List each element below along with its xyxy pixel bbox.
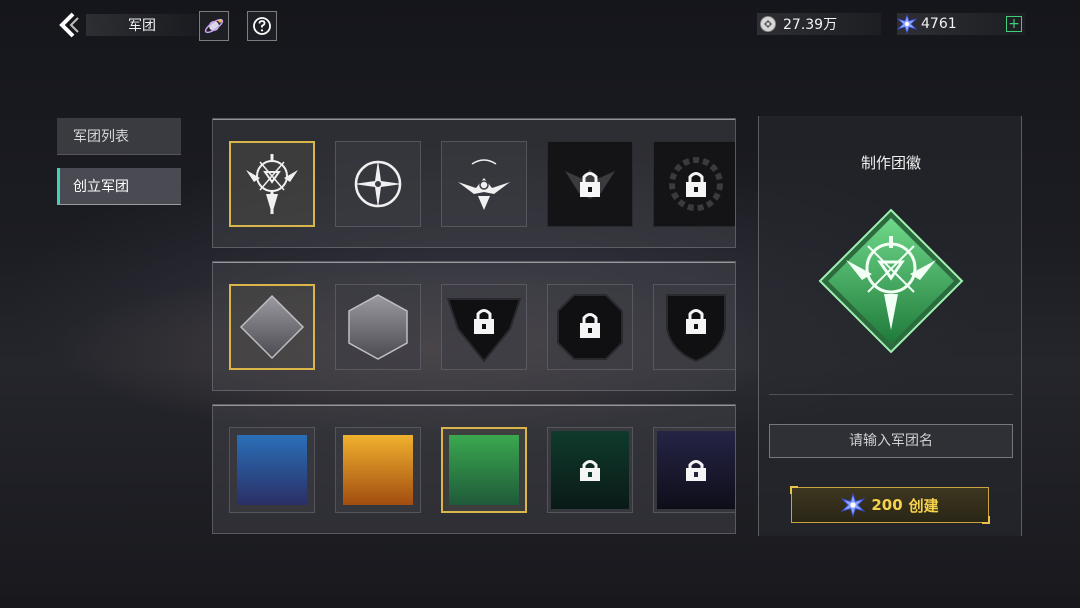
color-swatch: [449, 435, 519, 505]
page-title: 军团: [128, 18, 156, 34]
tab-legion-list[interactable]: 军团列表: [57, 118, 181, 155]
emblem-option-crosshair[interactable]: [335, 141, 421, 227]
emblem-option-winged-sword[interactable]: [229, 141, 315, 227]
color-selector: [212, 404, 736, 534]
shape-option-locked[interactable]: [547, 284, 633, 370]
color-option-orange[interactable]: [335, 427, 421, 513]
shape-option-locked[interactable]: [653, 284, 735, 370]
emblem-option-locked[interactable]: [547, 141, 633, 227]
lock-icon: [686, 460, 706, 481]
top-bar: 军团 27.39万 4761 +: [0, 0, 1080, 50]
emblem-option-locked[interactable]: [653, 141, 735, 227]
color-option-locked[interactable]: [653, 427, 735, 513]
preview-title: 制作团徽: [860, 154, 921, 172]
lock-icon: [446, 298, 522, 363]
tab-label: 创立军团: [73, 179, 129, 195]
color-option-locked[interactable]: [547, 427, 633, 513]
shape-selector: [212, 261, 736, 391]
legion-name-input[interactable]: [769, 424, 1013, 458]
planet-button[interactable]: [199, 11, 229, 41]
corner-decoration: [982, 516, 990, 524]
lock-icon: [557, 294, 623, 360]
create-label: 创建: [908, 496, 939, 515]
emblem-preview-icon: [818, 208, 964, 354]
emblem-selector: [212, 118, 736, 248]
coin-icon: [760, 16, 776, 32]
back-button[interactable]: [52, 8, 86, 42]
shape-option-locked[interactable]: [441, 284, 527, 370]
back-arrow-icon: [59, 12, 79, 38]
hexagon-shape-icon: [348, 294, 408, 360]
tab-label: 军团列表: [73, 129, 129, 145]
corner-decoration: [790, 486, 798, 494]
add-crystal-button[interactable]: +: [1006, 16, 1022, 32]
help-button[interactable]: [247, 11, 277, 41]
crosshair-emblem-icon: [354, 160, 402, 208]
shape-option-hexagon[interactable]: [335, 284, 421, 370]
color-option-blue[interactable]: [229, 427, 315, 513]
crystal-icon: [897, 14, 917, 34]
shape-option-diamond[interactable]: [229, 284, 315, 370]
lock-icon: [669, 157, 723, 211]
lock-icon: [565, 169, 615, 199]
gold-amount: 27.39万: [783, 17, 838, 33]
crystal-amount: 4761: [921, 16, 957, 32]
create-cost: 200: [871, 496, 903, 514]
color-swatch: [657, 431, 735, 509]
winged-arc-emblem-icon: [458, 159, 510, 210]
emblem-preview-panel: 制作团徽 200 创建: [758, 116, 1022, 536]
question-icon: [253, 17, 271, 35]
emblem-option-winged-arc[interactable]: [441, 141, 527, 227]
diamond-shape-icon: [239, 294, 305, 360]
planet-icon: [204, 18, 224, 34]
color-swatch: [343, 435, 413, 505]
lock-icon: [580, 460, 600, 481]
divider: [769, 394, 1013, 395]
gold-resource: 27.39万: [757, 13, 881, 35]
lock-icon: [666, 294, 726, 363]
create-legion-button[interactable]: 200 创建: [790, 486, 990, 524]
color-option-green[interactable]: [441, 427, 527, 513]
winged-sword-emblem-icon: [246, 154, 298, 214]
color-swatch: [237, 435, 307, 505]
tab-create-legion[interactable]: 创立军团: [57, 168, 181, 205]
color-swatch: [551, 431, 629, 509]
crystal-icon: [841, 493, 866, 517]
